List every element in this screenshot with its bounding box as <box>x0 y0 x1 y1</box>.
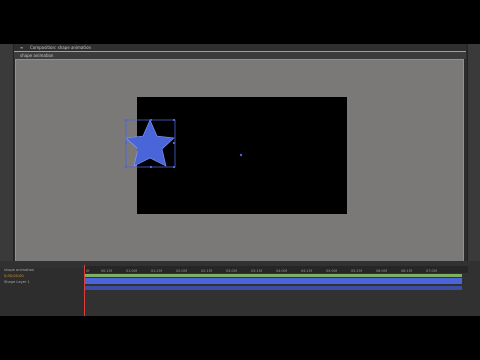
ruler-label: 05:00f <box>326 269 337 273</box>
bbox-handle-bm[interactable] <box>150 166 152 168</box>
ruler-label: 05:15f <box>351 269 362 273</box>
layer-outline: shape animation 0;00;00;00 Shape Layer 1 <box>0 268 85 316</box>
ruler-label: 02:15f <box>201 269 212 273</box>
ruler-label: 02:00f <box>176 269 187 273</box>
timeline-current-time[interactable]: 0;00;00;00 <box>4 274 24 279</box>
ruler-label: 04:15f <box>301 269 312 273</box>
ruler-label: 01:00f <box>126 269 137 273</box>
timeline-work-area-bar[interactable] <box>84 274 462 277</box>
ruler-label: 03:15f <box>251 269 262 273</box>
ruler-label: 01:15f <box>151 269 162 273</box>
bbox-handle-tm[interactable] <box>150 119 152 121</box>
bbox-handle-br[interactable] <box>173 166 175 168</box>
current-time-indicator[interactable] <box>84 265 85 316</box>
bbox-handle-tl[interactable] <box>125 119 127 121</box>
bbox-handle-mr[interactable] <box>173 142 175 144</box>
bbox-handle-ml[interactable] <box>125 142 127 144</box>
ruler-label: 06:00f <box>376 269 387 273</box>
ruler-label: 03:00f <box>226 269 237 273</box>
star-shape[interactable] <box>125 119 175 167</box>
ruler-label: 06:15f <box>401 269 412 273</box>
timeline-comp-name[interactable]: shape animation <box>4 268 34 273</box>
ruler-label: 04:00f <box>276 269 287 273</box>
layer-duration-bar[interactable] <box>84 278 462 284</box>
layer-name[interactable]: Shape Layer 1 <box>4 280 30 285</box>
anchor-point[interactable] <box>239 153 243 157</box>
ruler-label: 07:00f <box>426 269 437 273</box>
layer-duration-bar-secondary[interactable] <box>84 286 462 290</box>
ruler-label: 0f <box>86 269 90 273</box>
bbox-handle-tr[interactable] <box>173 119 175 121</box>
bbox-handle-bl[interactable] <box>125 166 127 168</box>
ruler-label: 00:15f <box>101 269 112 273</box>
